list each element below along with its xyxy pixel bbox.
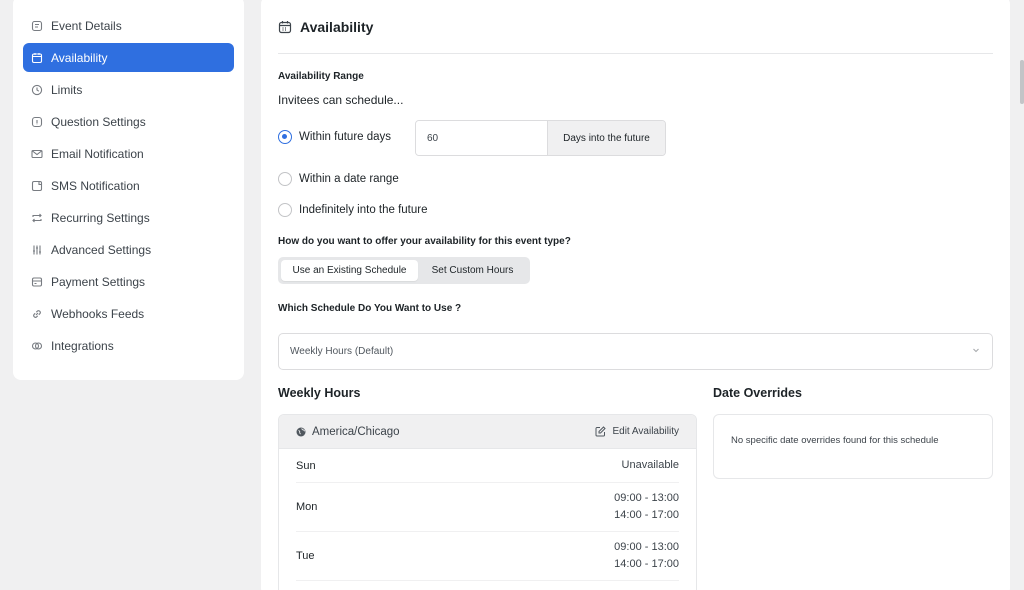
- day-name: Mon: [296, 501, 318, 513]
- radio-label: Indefinitely into the future: [299, 204, 428, 216]
- weekly-hours-header: America/Chicago Edit Availability: [279, 415, 696, 449]
- scrollbar-thumb[interactable]: [1020, 60, 1024, 104]
- sidebar-item-label: Limits: [51, 82, 83, 97]
- date-overrides-title: Date Overrides: [713, 386, 802, 400]
- sidebar-item-sms-notification[interactable]: SMS Notification: [23, 171, 234, 200]
- clock-icon: [31, 84, 43, 96]
- sidebar-item-label: Recurring Settings: [51, 210, 150, 225]
- main-panel: Availability Availability Range Invitees…: [261, 0, 1010, 590]
- sidebar-item-label: Question Settings: [51, 114, 146, 129]
- sidebar-item-event-details[interactable]: Event Details: [23, 11, 234, 40]
- radio-label: Within future days: [299, 131, 392, 143]
- future-days-input-group: Days into the future: [415, 120, 666, 156]
- radio-date-range[interactable]: Within a date range: [278, 172, 399, 186]
- radio-future-days[interactable]: Within future days: [278, 130, 391, 144]
- timezone: America/Chicago: [296, 426, 400, 438]
- edit-availability-button[interactable]: Edit Availability: [595, 426, 679, 437]
- set-custom-hours-button[interactable]: Set Custom Hours: [418, 260, 527, 281]
- sidebar-item-recurring-settings[interactable]: Recurring Settings: [23, 203, 234, 232]
- message-icon: [31, 180, 43, 192]
- day-slots: 09:00 - 13:00 14:00 - 17:00: [614, 490, 679, 524]
- day-row-mon: Mon 09:00 - 13:00 14:00 - 17:00: [296, 483, 679, 532]
- edit-icon: [595, 426, 607, 437]
- day-slot: 09:00 - 13:00: [614, 541, 679, 553]
- day-row-tue: Tue 09:00 - 13:00 14:00 - 17:00: [296, 532, 679, 581]
- day-slot: 14:00 - 17:00: [614, 509, 679, 521]
- day-slots: 09:00 - 13:00 14:00 - 17:00: [614, 539, 679, 573]
- sidebar: Event Details Availability Limits Questi…: [13, 0, 244, 380]
- radio-indicator[interactable]: [278, 172, 292, 186]
- weekly-hours-title: Weekly Hours: [278, 386, 361, 400]
- schedule-mode-toggle: Use an Existing Schedule Set Custom Hour…: [278, 257, 530, 284]
- timezone-label: America/Chicago: [312, 425, 400, 438]
- schedule-question-label: Which Schedule Do You Want to Use ?: [278, 303, 462, 314]
- schedule-select-value: Weekly Hours (Default): [290, 346, 394, 357]
- question-icon: [31, 116, 43, 128]
- sidebar-item-availability[interactable]: Availability: [23, 43, 234, 72]
- page-title: Availability: [300, 18, 374, 35]
- availability-range-label: Availability Range: [278, 71, 364, 82]
- invitees-subhead: Invitees can schedule...: [278, 93, 404, 107]
- sidebar-item-label: Advanced Settings: [51, 242, 152, 257]
- sidebar-item-question-settings[interactable]: Question Settings: [23, 107, 234, 136]
- day-slot: 09:00 - 13:00: [614, 492, 679, 504]
- use-existing-schedule-button[interactable]: Use an Existing Schedule: [281, 260, 418, 281]
- sidebar-item-label: Email Notification: [51, 146, 144, 161]
- offer-question-label: How do you want to offer your availabili…: [278, 236, 571, 247]
- sidebar-item-label: Integrations: [51, 338, 114, 353]
- weekly-hours-card: America/Chicago Edit Availability Sun Un…: [278, 414, 697, 590]
- schedule-select[interactable]: Weekly Hours (Default): [278, 333, 993, 370]
- sidebar-item-label: Payment Settings: [51, 274, 146, 289]
- radio-indefinitely[interactable]: Indefinitely into the future: [278, 203, 428, 217]
- calendar-icon: [31, 52, 43, 64]
- sidebar-item-payment-settings[interactable]: Payment Settings: [23, 267, 234, 296]
- payment-icon: [31, 276, 43, 288]
- sidebar-item-limits[interactable]: Limits: [23, 75, 234, 104]
- sidebar-item-integrations[interactable]: Integrations: [23, 331, 234, 360]
- day-name: Sun: [296, 459, 316, 472]
- date-overrides-card: No specific date overrides found for thi…: [713, 414, 993, 479]
- repeat-icon: [31, 212, 43, 224]
- sidebar-item-email-notification[interactable]: Email Notification: [23, 139, 234, 168]
- calendar-icon: [278, 20, 292, 34]
- chevron-down-icon: [971, 345, 981, 358]
- link-icon: [31, 308, 43, 320]
- sidebar-item-label: SMS Notification: [51, 178, 140, 193]
- edit-availability-label: Edit Availability: [612, 426, 679, 437]
- date-overrides-empty-text: No specific date overrides found for thi…: [731, 435, 939, 446]
- future-days-input[interactable]: [416, 121, 547, 155]
- day-row-sun: Sun Unavailable: [296, 449, 679, 483]
- mail-icon: [31, 148, 43, 160]
- radio-indicator[interactable]: [278, 130, 292, 144]
- sidebar-item-advanced-settings[interactable]: Advanced Settings: [23, 235, 234, 264]
- sidebar-item-label: Availability: [51, 50, 108, 65]
- radio-label: Within a date range: [299, 173, 399, 185]
- globe-icon: [296, 427, 306, 437]
- sidebar-item-label: Webhooks Feeds: [51, 306, 145, 321]
- document-icon: [31, 20, 43, 32]
- integrations-icon: [31, 340, 43, 352]
- radio-indicator[interactable]: [278, 203, 292, 217]
- day-slot: Unavailable: [621, 459, 679, 471]
- sidebar-item-label: Event Details: [51, 18, 122, 33]
- day-slot: 14:00 - 17:00: [614, 558, 679, 570]
- page-header: Availability: [278, 0, 993, 54]
- sliders-icon: [31, 244, 43, 256]
- days-suffix-label: Days into the future: [547, 121, 665, 155]
- sidebar-item-webhooks-feeds[interactable]: Webhooks Feeds: [23, 299, 234, 328]
- day-name: Tue: [296, 550, 315, 562]
